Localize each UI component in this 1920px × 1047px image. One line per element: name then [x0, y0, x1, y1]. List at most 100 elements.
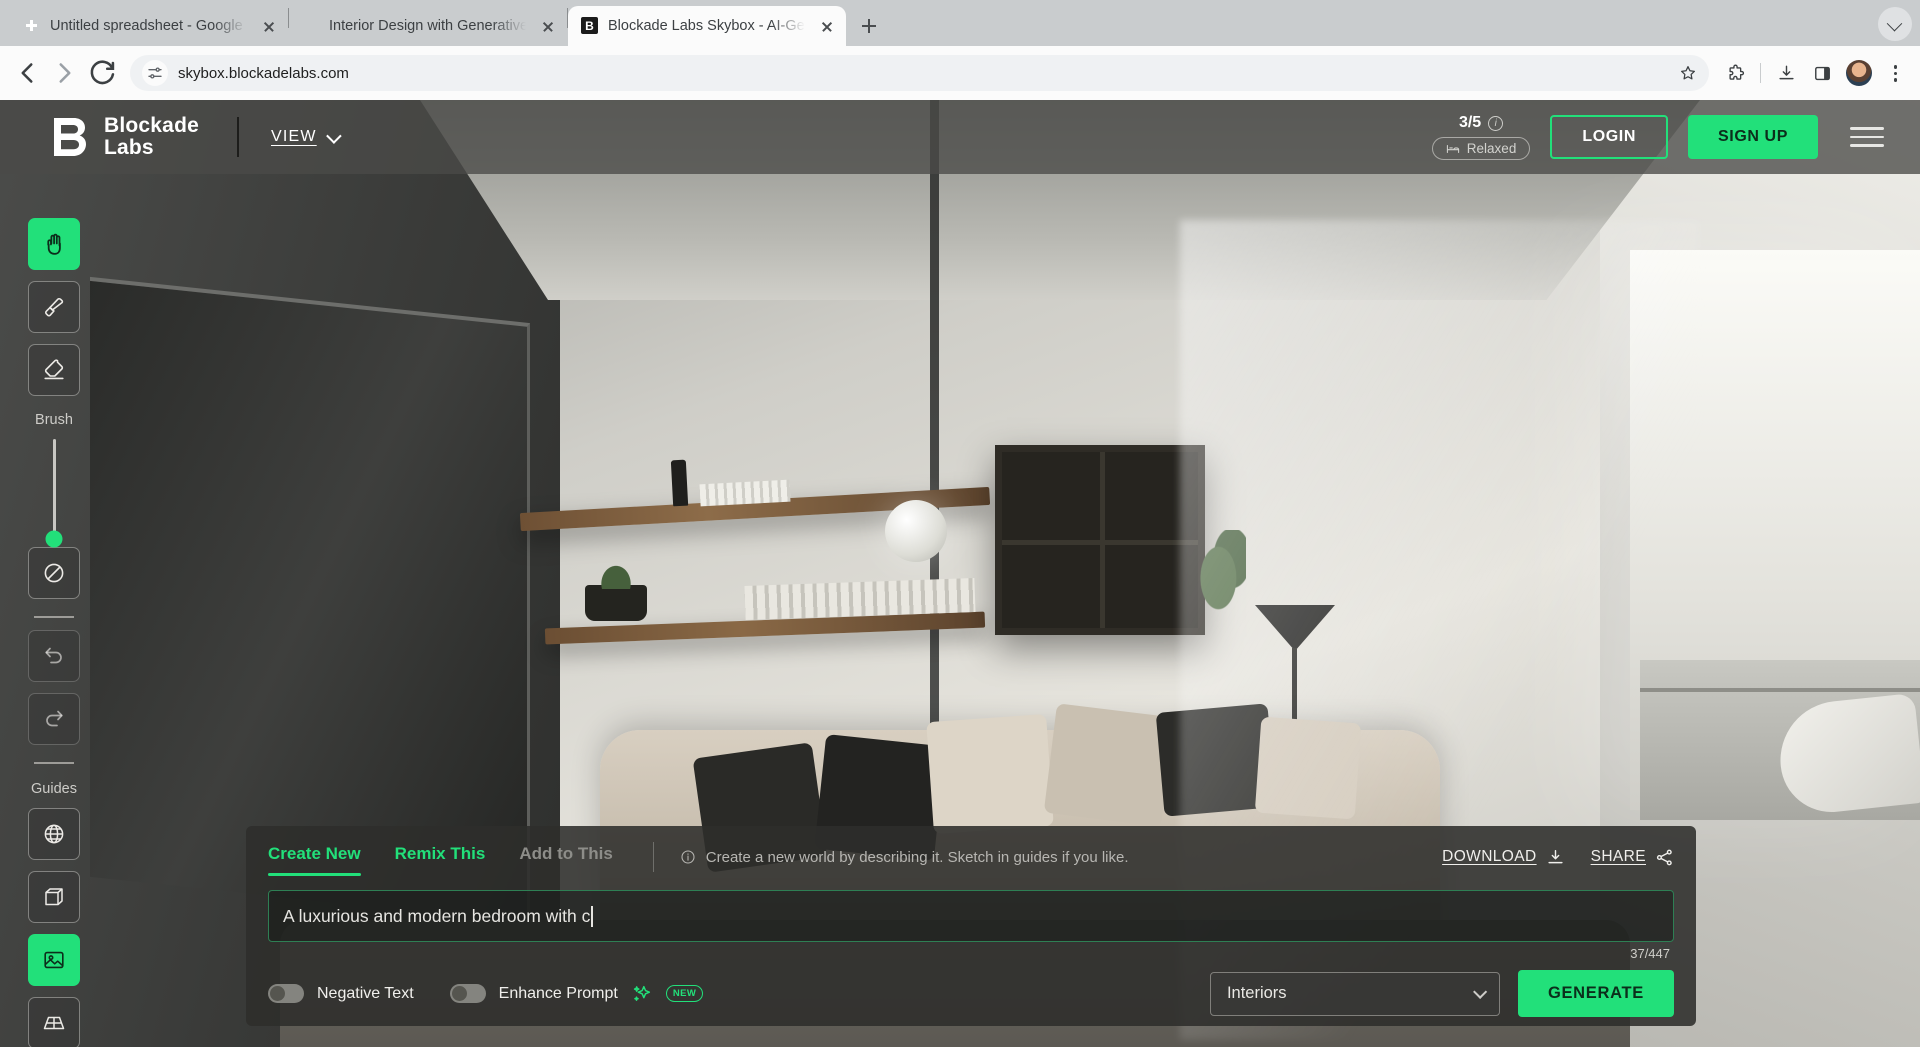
share-icon — [1655, 848, 1674, 867]
tab-add-to-this[interactable]: Add to This — [519, 844, 612, 870]
browser-toolbar: skybox.blockadelabs.com — [0, 46, 1920, 100]
chevron-down-icon — [1473, 984, 1487, 998]
new-badge: NEW — [666, 985, 703, 1002]
undo-button[interactable] — [28, 630, 80, 682]
text-caret — [591, 906, 593, 927]
reload-icon[interactable] — [86, 56, 120, 90]
negative-text-label: Negative Text — [317, 985, 414, 1003]
prompt-text: A luxurious and modern bedroom with c — [283, 906, 590, 927]
close-icon[interactable] — [537, 15, 559, 37]
pan-hand-tool[interactable] — [28, 218, 80, 270]
perspective-guide-tool[interactable] — [28, 997, 80, 1047]
style-select[interactable]: Interiors — [1210, 972, 1500, 1016]
share-label: SHARE — [1591, 848, 1646, 866]
panel-hint: Create a new world by describing it. Ske… — [680, 849, 1129, 866]
close-icon[interactable] — [816, 15, 838, 37]
close-icon[interactable] — [258, 15, 280, 37]
redo-button[interactable] — [28, 693, 80, 745]
prompt-input[interactable]: A luxurious and modern bedroom with c — [268, 890, 1674, 942]
brush-size-slider[interactable] — [53, 439, 56, 539]
toolbar-divider — [1760, 63, 1761, 83]
panel-controls-row: Negative Text Enhance Prompt NEW Interio… — [268, 970, 1674, 1017]
window-minimize-button[interactable] — [1878, 7, 1912, 41]
logo-line-1: Blockade — [104, 114, 199, 137]
info-icon[interactable]: i — [1488, 116, 1503, 131]
brand-name: Blockade Labs — [104, 115, 199, 159]
download-icon — [1546, 848, 1565, 867]
browser-tabstrip: Untitled spreadsheet - Google Sheets Int… — [0, 0, 1920, 46]
sparkle-icon — [631, 983, 653, 1005]
enhance-prompt-label: Enhance Prompt — [499, 985, 618, 1003]
browser-window: Untitled spreadsheet - Google Sheets Int… — [0, 0, 1920, 1047]
character-counter: 37/447 — [1630, 946, 1670, 961]
status-badge[interactable]: Relaxed — [1432, 137, 1531, 160]
view-label: VIEW — [271, 128, 317, 146]
chrome-menu-icon[interactable] — [1880, 57, 1910, 89]
header-divider — [237, 117, 239, 157]
view-dropdown[interactable]: VIEW — [271, 128, 338, 146]
toolbar-divider-2 — [34, 762, 74, 764]
tab-remix-this[interactable]: Remix This — [395, 844, 486, 870]
browser-tab-3[interactable]: B Blockade Labs Skybox - AI-Generated — [568, 6, 846, 46]
chevron-down-icon — [326, 128, 342, 144]
app-header: Blockade Labs VIEW 3/5 i Relaxed LOGIN S… — [0, 100, 1920, 174]
tab-title: Untitled spreadsheet - Google Sheets — [50, 18, 249, 34]
downloads-icon[interactable] — [1770, 57, 1802, 89]
toolbar-divider — [34, 616, 74, 618]
browser-tab-1[interactable]: Untitled spreadsheet - Google Sheets — [10, 6, 288, 46]
google-sheets-icon — [23, 17, 41, 35]
credits-count: 3/5 — [1459, 114, 1481, 132]
generate-group: Interiors GENERATE — [1210, 970, 1674, 1017]
prompt-panel: Create New Remix This Add to This Create… — [246, 826, 1696, 1026]
credits-group: 3/5 i Relaxed — [1432, 114, 1531, 160]
profile-avatar[interactable] — [1846, 60, 1872, 86]
enhance-prompt-group: Enhance Prompt NEW — [450, 983, 704, 1005]
side-panel-icon[interactable] — [1806, 57, 1838, 89]
panel-divider — [653, 842, 654, 872]
left-toolbar: Brush Guides — [26, 218, 82, 1047]
new-tab-button[interactable] — [854, 11, 884, 41]
site-settings-icon[interactable] — [142, 60, 168, 86]
url-text: skybox.blockadelabs.com — [178, 65, 1663, 82]
yellow-square-icon — [302, 17, 320, 35]
bed-icon — [1446, 143, 1460, 155]
blockade-labs-icon: B — [581, 17, 599, 35]
tab-title: Interior Design with Generative AI — [329, 18, 528, 34]
panel-hint-text: Create a new world by describing it. Ske… — [706, 849, 1129, 866]
forward-icon[interactable] — [48, 56, 82, 90]
extensions-icon[interactable] — [1719, 57, 1751, 89]
tab-title: Blockade Labs Skybox - AI-Generated — [608, 18, 807, 34]
generate-button[interactable]: GENERATE — [1518, 970, 1674, 1017]
style-select-value: Interiors — [1227, 984, 1287, 1003]
share-button[interactable]: SHARE — [1591, 848, 1674, 867]
guides-label: Guides — [31, 781, 77, 797]
info-icon — [680, 849, 696, 865]
signup-button[interactable]: SIGN UP — [1688, 115, 1818, 159]
status-badge-label: Relaxed — [1467, 141, 1517, 156]
negative-text-toggle[interactable] — [268, 984, 304, 1003]
menu-icon[interactable] — [1850, 121, 1884, 152]
enhance-prompt-toggle[interactable] — [450, 984, 486, 1003]
brush-size-slider-thumb[interactable] — [46, 531, 63, 548]
logo-line-2: Labs — [104, 136, 154, 159]
blockade-labs-logo-icon — [50, 116, 90, 158]
header-right-group: 3/5 i Relaxed LOGIN SIGN UP — [1432, 114, 1900, 160]
login-button[interactable]: LOGIN — [1550, 115, 1668, 159]
image-guide-tool[interactable] — [28, 934, 80, 986]
browser-tab-2[interactable]: Interior Design with Generative AI — [289, 6, 567, 46]
clear-selection-tool[interactable] — [28, 547, 80, 599]
sphere-guide-tool[interactable] — [28, 808, 80, 860]
panel-actions: DOWNLOAD SHARE — [1442, 848, 1674, 867]
back-icon[interactable] — [10, 56, 44, 90]
tab-create-new[interactable]: Create New — [268, 844, 361, 870]
credits-row: 3/5 i — [1459, 114, 1503, 132]
download-button[interactable]: DOWNLOAD — [1442, 848, 1564, 867]
address-bar[interactable]: skybox.blockadelabs.com — [130, 55, 1709, 91]
bookmark-star-icon[interactable] — [1673, 58, 1703, 88]
brush-tool[interactable] — [28, 281, 80, 333]
brush-label: Brush — [35, 412, 73, 428]
cube-guide-tool[interactable] — [28, 871, 80, 923]
eraser-tool[interactable] — [28, 344, 80, 396]
prompt-input-wrapper: A luxurious and modern bedroom with c 37… — [268, 890, 1674, 942]
brand-logo[interactable]: Blockade Labs — [20, 115, 199, 159]
